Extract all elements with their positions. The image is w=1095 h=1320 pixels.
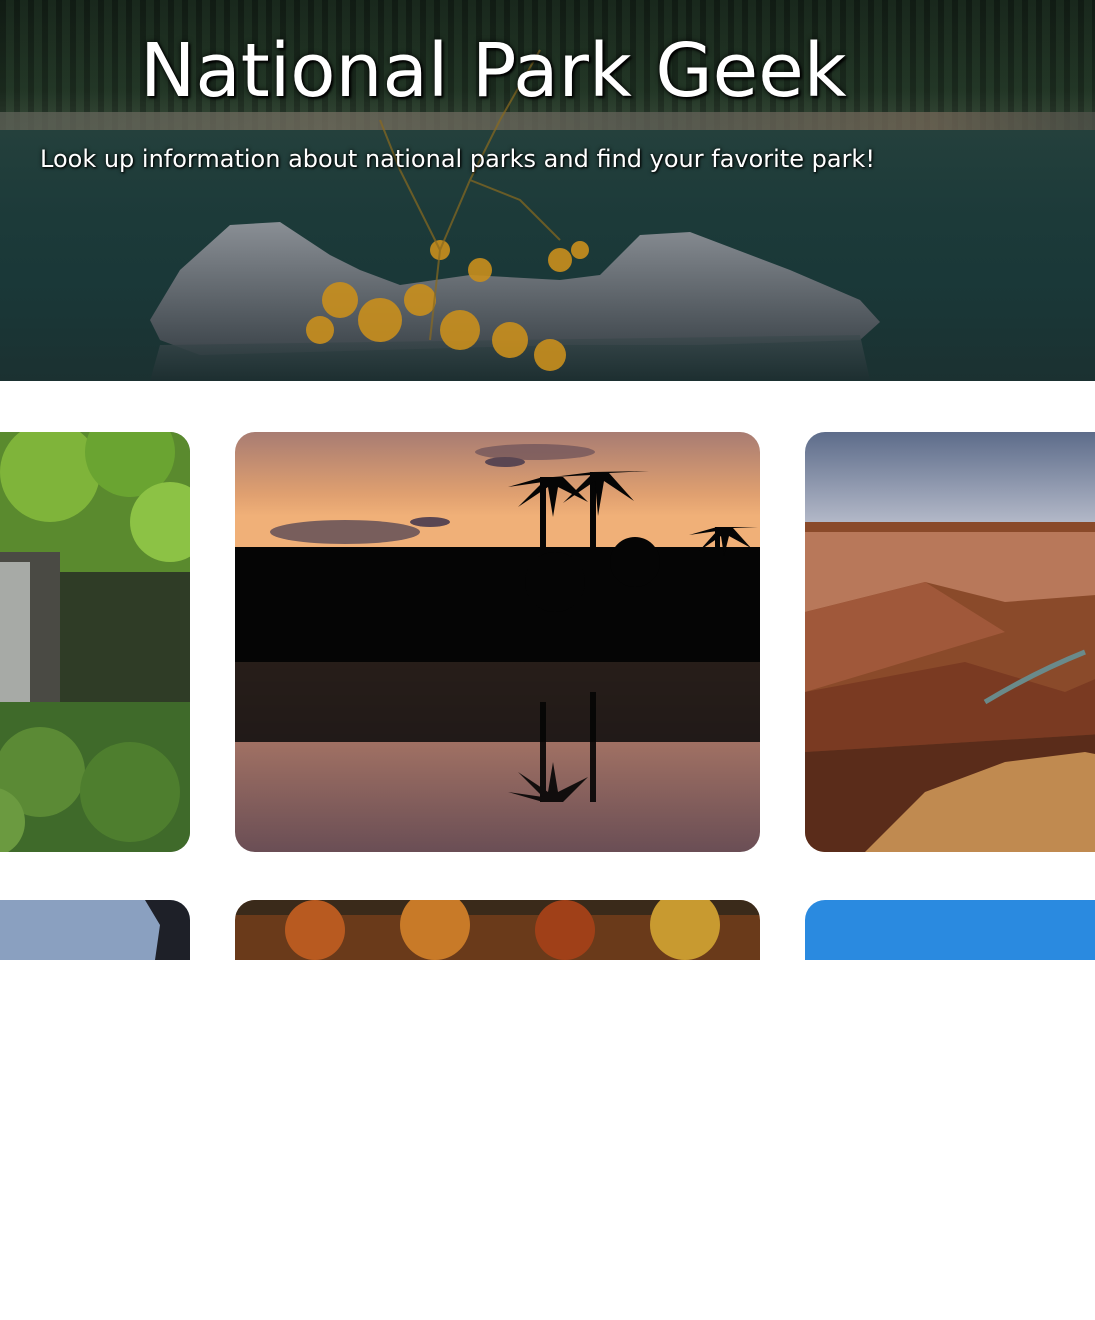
park-card-blue-sky[interactable] [805,900,1095,1320]
park-card-palm-sunset[interactable] [235,432,760,852]
park-card-image [235,432,760,852]
site-title: National Park Geek [140,28,847,114]
park-card-autumn[interactable] [235,900,760,1320]
park-card-image [0,432,190,852]
hero-banner: National Park Geek Look up information a… [0,0,1095,381]
park-card-cliff[interactable] [0,900,190,1320]
park-card-image [235,900,760,960]
site-subtitle: Look up information about national parks… [40,145,875,173]
park-card-waterfall[interactable] [0,432,190,852]
park-card-image [0,900,190,960]
park-card-image [805,900,1095,960]
park-card-canyon[interactable] [805,432,1095,852]
park-card-image [805,432,1095,852]
